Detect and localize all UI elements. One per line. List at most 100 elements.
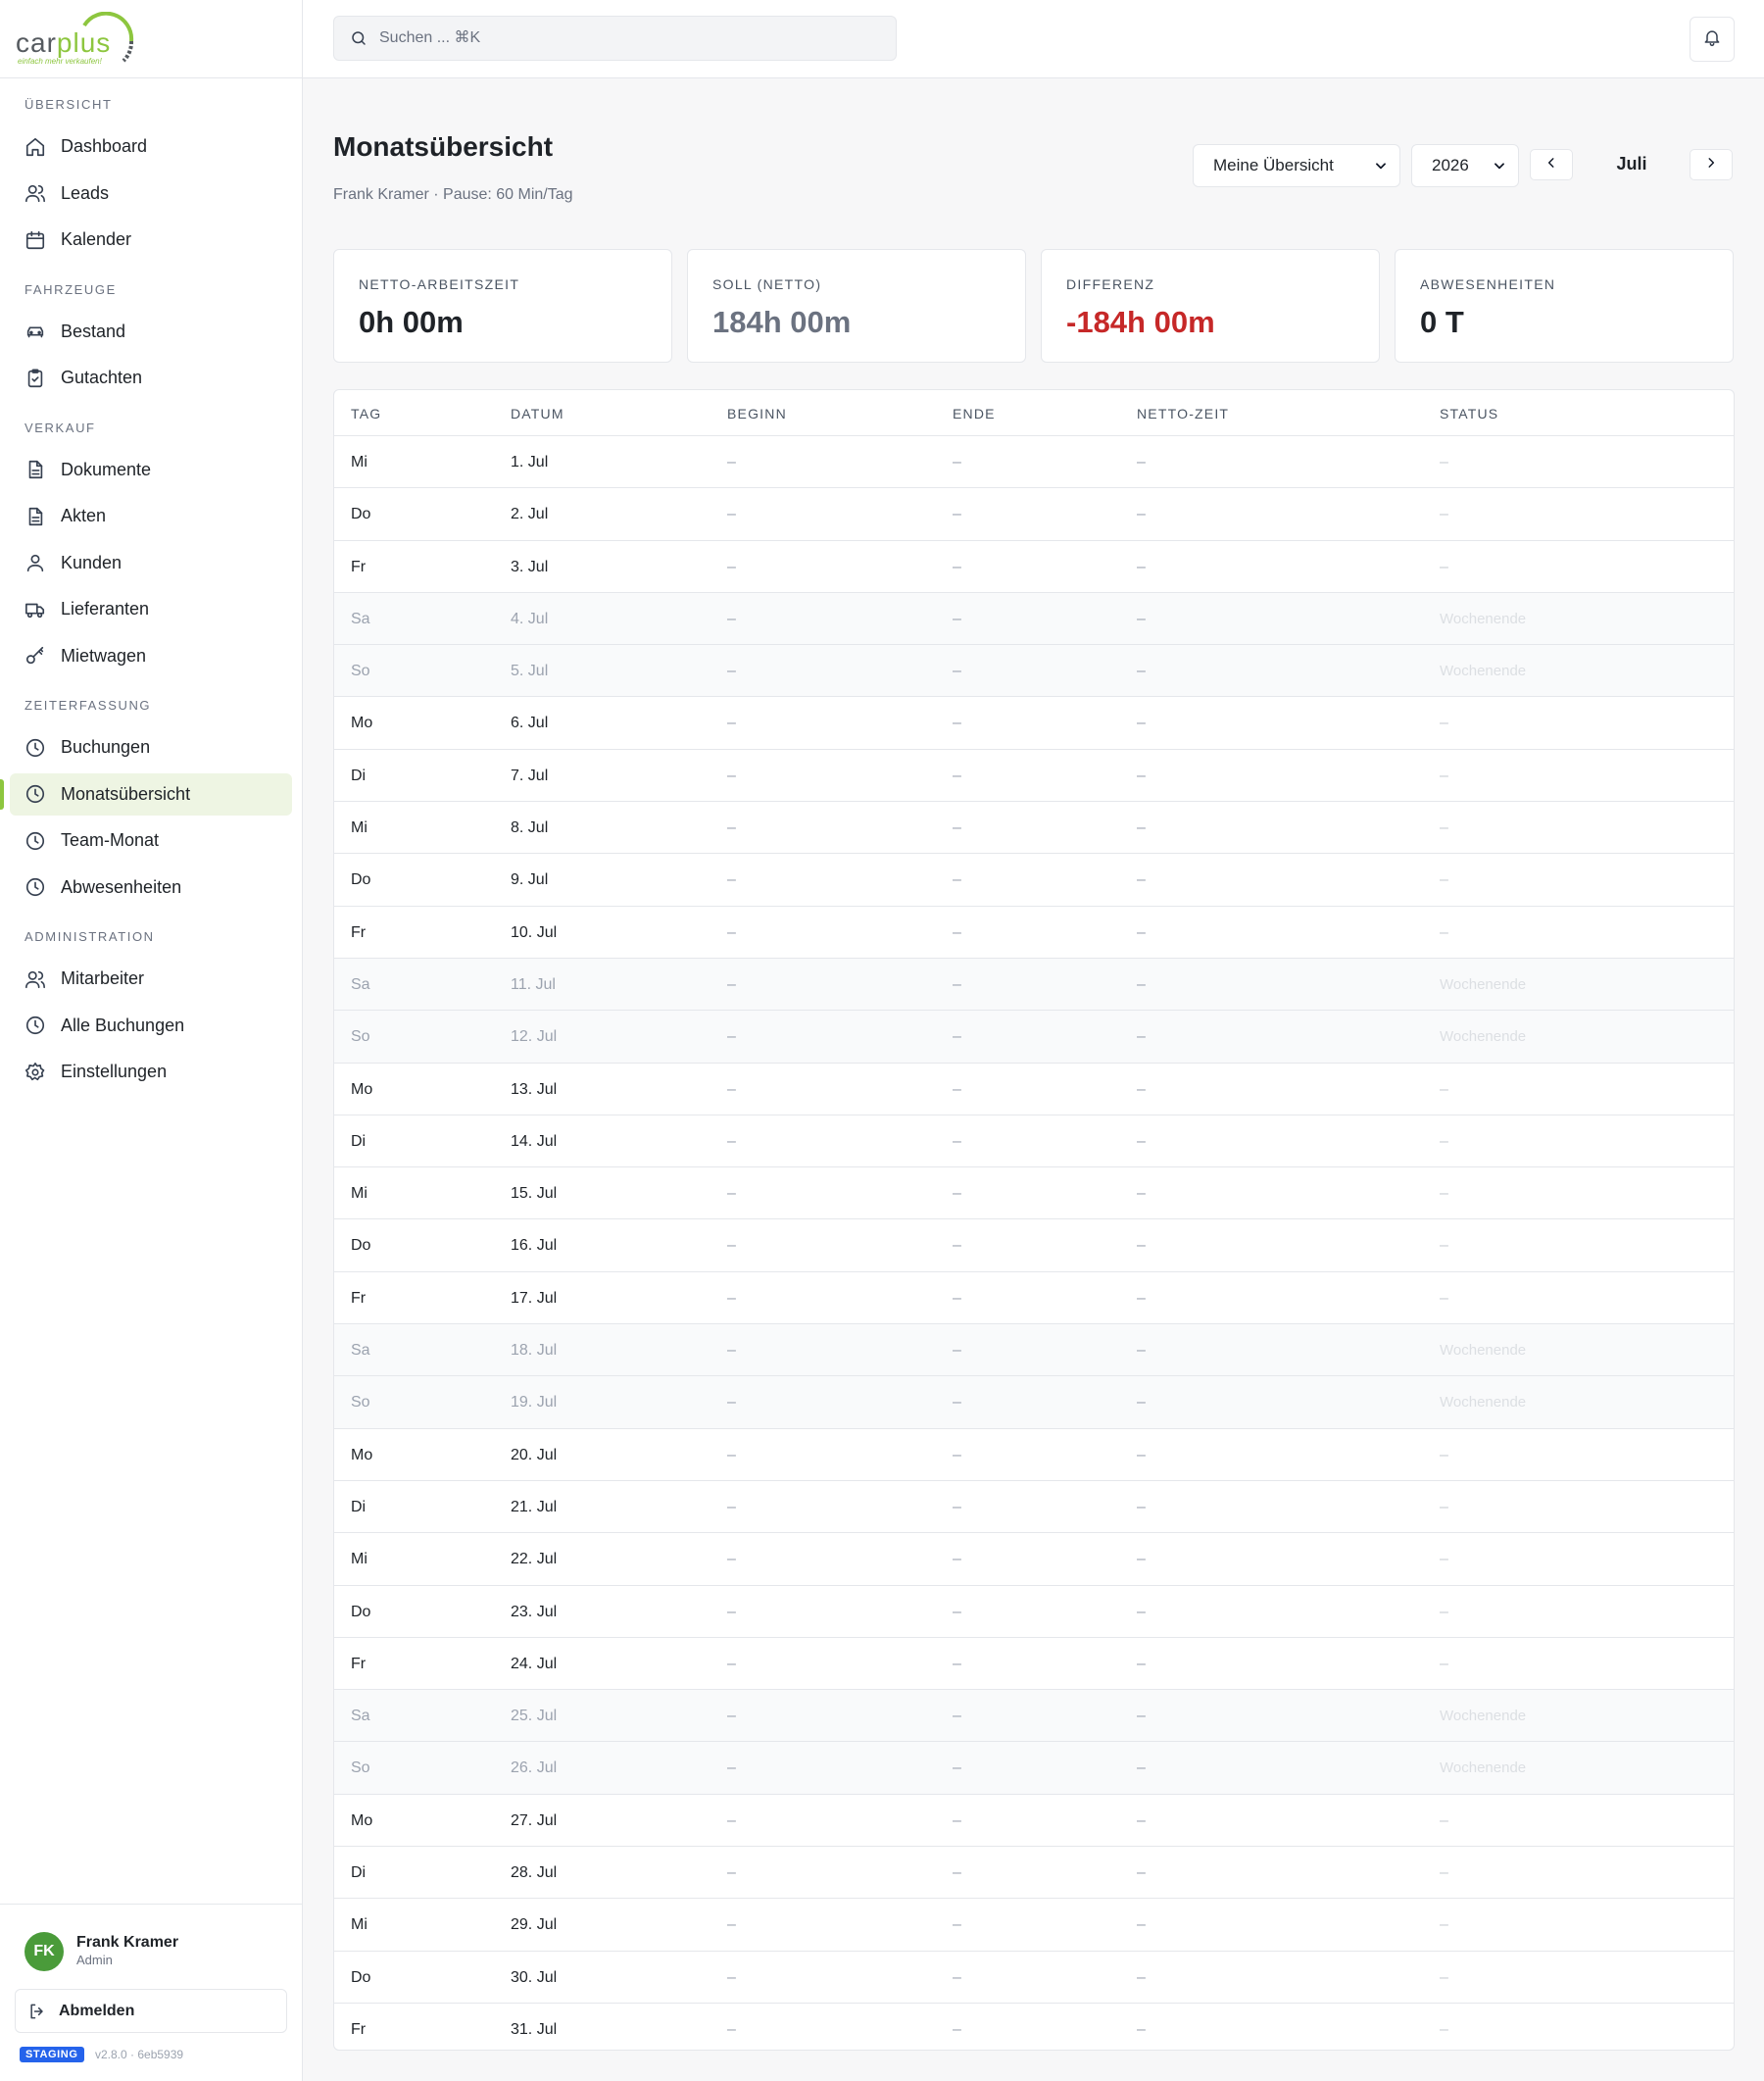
cell-datum: 17. Jul: [511, 1289, 558, 1307]
table-row[interactable]: Fr 24. Jul – – – –: [334, 1638, 1734, 1691]
sidebar-item-label: Team-Monat: [61, 830, 160, 851]
cell-tag: Fr: [351, 558, 367, 575]
cell-status: –: [1440, 767, 1448, 784]
table-row[interactable]: So 26. Jul – – – Wochenende: [334, 1742, 1734, 1795]
cell-status: Wochenende: [1440, 610, 1527, 627]
clock-icon: [24, 737, 46, 759]
logout-button[interactable]: Abmelden: [15, 1989, 287, 2033]
cell-ende: –: [953, 1498, 961, 1515]
notifications-button[interactable]: [1690, 17, 1735, 62]
cell-netto-zeit: –: [1137, 1655, 1146, 1672]
view-select[interactable]: Meine Übersicht: [1193, 144, 1400, 187]
cell-tag: Mi: [351, 1185, 368, 1203]
table-row[interactable]: Do 23. Jul – – – –: [334, 1586, 1734, 1638]
table-row[interactable]: Do 9. Jul – – – –: [334, 854, 1734, 907]
sidebar-item-abwesenheiten[interactable]: Abwesenheiten: [0, 865, 302, 912]
sidebar-item-team-monat[interactable]: Team-Monat: [0, 818, 302, 865]
cell-datum: 31. Jul: [511, 2020, 558, 2038]
search-input[interactable]: [379, 29, 850, 47]
cell-status: Wochenende: [1440, 1759, 1527, 1777]
stat-value: -184h 00m: [1066, 305, 1215, 339]
table-row[interactable]: Do 16. Jul – – – –: [334, 1219, 1734, 1272]
table-row[interactable]: Sa 18. Jul – – – Wochenende: [334, 1324, 1734, 1377]
nav-section-title: FAHRZEUGE: [24, 281, 117, 297]
avatar[interactable]: FK: [24, 1932, 64, 1971]
page-subtitle: Frank Kramer · Pause: 60 Min/Tag: [333, 186, 573, 203]
table-row[interactable]: Di 14. Jul – – – –: [334, 1115, 1734, 1168]
view-select-value: Meine Übersicht: [1213, 156, 1334, 174]
column-header-tag: TAG: [351, 406, 382, 421]
cell-netto-zeit: –: [1137, 1080, 1146, 1098]
table-row[interactable]: Mo 27. Jul – – – –: [334, 1795, 1734, 1848]
sidebar-item-mitarbeiter[interactable]: Mitarbeiter: [0, 956, 302, 1003]
sidebar-item-dashboard[interactable]: Dashboard: [0, 124, 302, 171]
cell-status: –: [1440, 1655, 1448, 1672]
table-row[interactable]: Sa 4. Jul – – – Wochenende: [334, 592, 1734, 646]
year-select[interactable]: 2026: [1411, 144, 1519, 187]
sidebar-item-kunden[interactable]: Kunden: [0, 540, 302, 587]
sidebar-item-monatsuebersicht[interactable]: Monatsübersicht: [0, 771, 302, 818]
table-row[interactable]: Fr 31. Jul – – – –: [334, 2004, 1734, 2050]
sidebar-item-gutachten[interactable]: Gutachten: [0, 355, 302, 402]
sidebar-item-dokumente[interactable]: Dokumente: [0, 447, 302, 494]
table-row[interactable]: Mi 8. Jul – – – –: [334, 802, 1734, 855]
sidebar-item-bestand[interactable]: Bestand: [0, 309, 302, 356]
table-row[interactable]: Fr 3. Jul – – – –: [334, 541, 1734, 593]
sidebar-item-buchungen[interactable]: Buchungen: [0, 724, 302, 771]
column-header-status: STATUS: [1440, 406, 1499, 421]
cell-beginn: –: [727, 1132, 736, 1150]
cell-datum: 28. Jul: [511, 1864, 558, 1882]
cell-ende: –: [953, 1603, 961, 1620]
sidebar-item-akten[interactable]: Akten: [0, 493, 302, 540]
cell-status: –: [1440, 1811, 1448, 1829]
page-title: Monatsübersicht: [333, 131, 554, 162]
cell-ende: –: [953, 1968, 961, 1986]
table-row[interactable]: Mo 6. Jul – – – –: [334, 697, 1734, 750]
table-row[interactable]: So 19. Jul – – – Wochenende: [334, 1376, 1734, 1429]
table-row[interactable]: Fr 17. Jul – – – –: [334, 1272, 1734, 1325]
cell-netto-zeit: –: [1137, 1811, 1146, 1829]
carplus-logo[interactable]: carplus einfach mehr verkaufen!: [16, 12, 143, 71]
cell-status: –: [1440, 2020, 1448, 2038]
table-row[interactable]: Di 28. Jul – – – –: [334, 1847, 1734, 1900]
table-row[interactable]: Di 21. Jul – – – –: [334, 1481, 1734, 1534]
table-row[interactable]: Fr 10. Jul – – – –: [334, 907, 1734, 959]
sidebar-item-leads[interactable]: Leads: [0, 171, 302, 218]
sidebar-item-label: Dashboard: [61, 136, 148, 157]
cell-beginn: –: [727, 1237, 736, 1255]
table-row[interactable]: Mi 15. Jul – – – –: [334, 1167, 1734, 1220]
table-row[interactable]: Sa 11. Jul – – – Wochenende: [334, 958, 1734, 1012]
nav-section-title: VERKAUF: [24, 420, 96, 435]
table-row[interactable]: Mo 13. Jul – – – –: [334, 1064, 1734, 1115]
cell-beginn: –: [727, 1864, 736, 1882]
table-row[interactable]: Mi 29. Jul – – – –: [334, 1899, 1734, 1952]
cell-status: Wochenende: [1440, 1028, 1527, 1046]
cell-tag: Di: [351, 1498, 367, 1515]
next-month-button[interactable]: [1690, 149, 1733, 180]
cell-netto-zeit: –: [1137, 1708, 1146, 1725]
table-row[interactable]: So 5. Jul – – – Wochenende: [334, 645, 1734, 698]
cell-ende: –: [953, 1708, 961, 1725]
table-row[interactable]: Mi 22. Jul – – – –: [334, 1533, 1734, 1586]
cell-ende: –: [953, 2020, 961, 2038]
table-row[interactable]: Di 7. Jul – – – –: [334, 750, 1734, 803]
table-row[interactable]: Do 2. Jul – – – –: [334, 488, 1734, 541]
table-row[interactable]: Do 30. Jul – – – –: [334, 1952, 1734, 2004]
cell-status: –: [1440, 1132, 1448, 1150]
table-row[interactable]: Mo 20. Jul – – – –: [334, 1429, 1734, 1481]
sidebar-item-kalender[interactable]: Kalender: [0, 217, 302, 264]
search-box[interactable]: [333, 16, 897, 61]
sidebar-item-lieferanten[interactable]: Lieferanten: [0, 586, 302, 633]
sidebar-item-alle-buchungen[interactable]: Alle Buchungen: [0, 1003, 302, 1050]
sidebar-item-einstellungen[interactable]: Einstellungen: [0, 1049, 302, 1096]
cell-datum: 10. Jul: [511, 923, 558, 941]
table-row[interactable]: So 12. Jul – – – Wochenende: [334, 1011, 1734, 1064]
logo-wordmark: carplus: [16, 27, 111, 59]
table-row[interactable]: Mi 1. Jul – – – –: [334, 436, 1734, 489]
active-indicator: [0, 778, 4, 810]
users-icon: [24, 968, 46, 990]
sidebar-item-mietwagen[interactable]: Mietwagen: [0, 633, 302, 680]
table-row[interactable]: Sa 25. Jul – – – Wochenende: [334, 1690, 1734, 1743]
previous-month-button[interactable]: [1530, 149, 1573, 180]
cell-datum: 4. Jul: [511, 610, 549, 627]
